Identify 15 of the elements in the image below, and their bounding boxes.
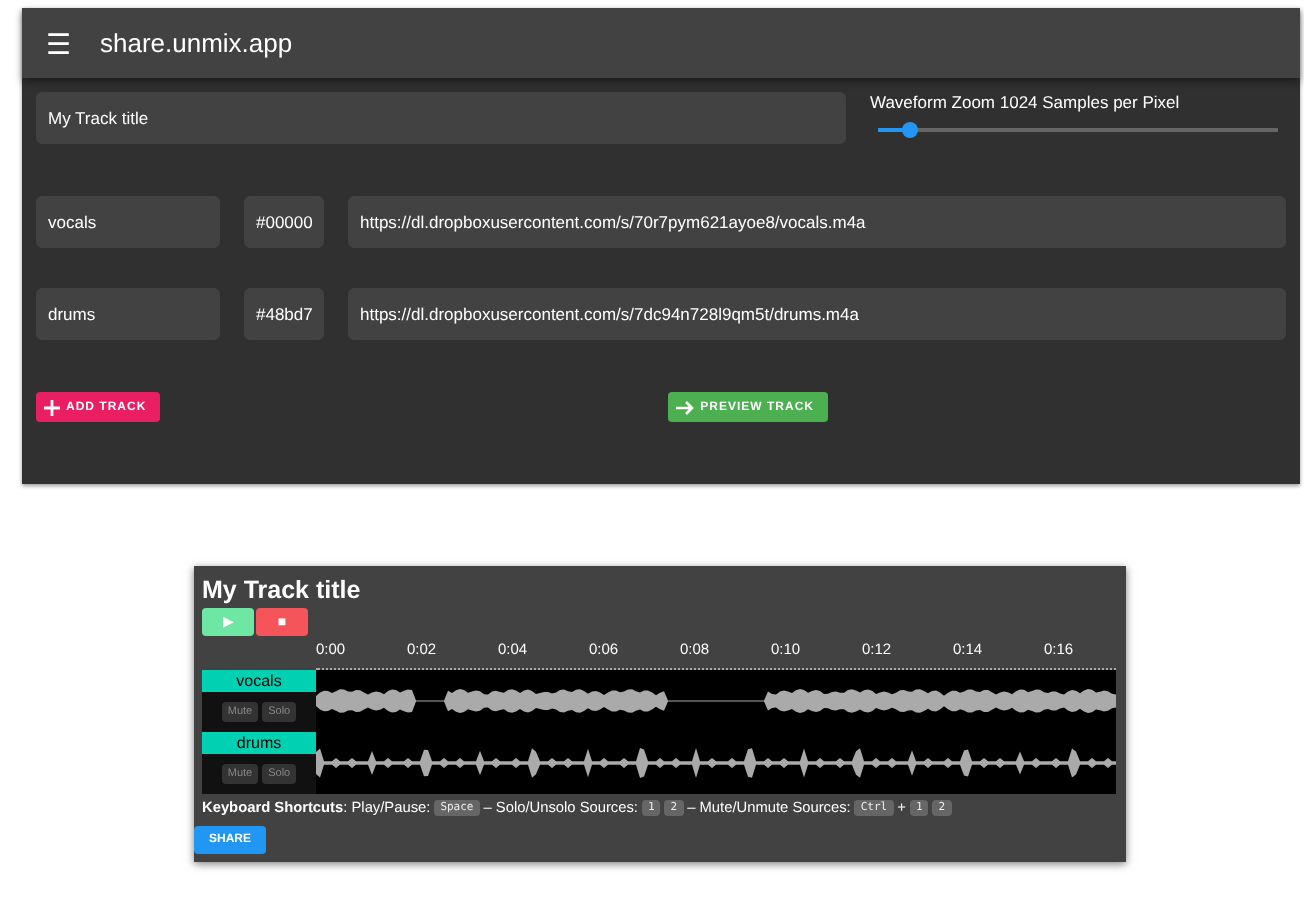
title-field[interactable]: My Track title [36, 92, 846, 144]
player-title: My Track title [202, 576, 363, 604]
app-title: share.unmix.app [100, 28, 293, 58]
track-color-field[interactable]: #48bd7 [244, 288, 324, 340]
track-label: drums [202, 732, 316, 754]
zoom-label: Waveform Zoom 1024 Samples per Pixel [870, 92, 1182, 112]
arrow-right-icon [676, 399, 695, 415]
plus-icon [44, 399, 60, 415]
track-url-field[interactable]: https://dl.dropboxusercontent.com/s/70r7pym621ayoe8/vocals.m4a [348, 196, 1286, 248]
track-url-field[interactable]: https://dl.dropboxusercontent.com/s/7dc94n728l9qm5t/drums.m4a [348, 288, 1286, 340]
slider-thumb[interactable] [902, 122, 918, 138]
track-label: vocals [202, 670, 316, 692]
track-color-field[interactable]: #00000 [244, 196, 324, 248]
track-name-field[interactable]: drums [36, 288, 220, 340]
track-name-field[interactable]: vocals [36, 196, 220, 248]
